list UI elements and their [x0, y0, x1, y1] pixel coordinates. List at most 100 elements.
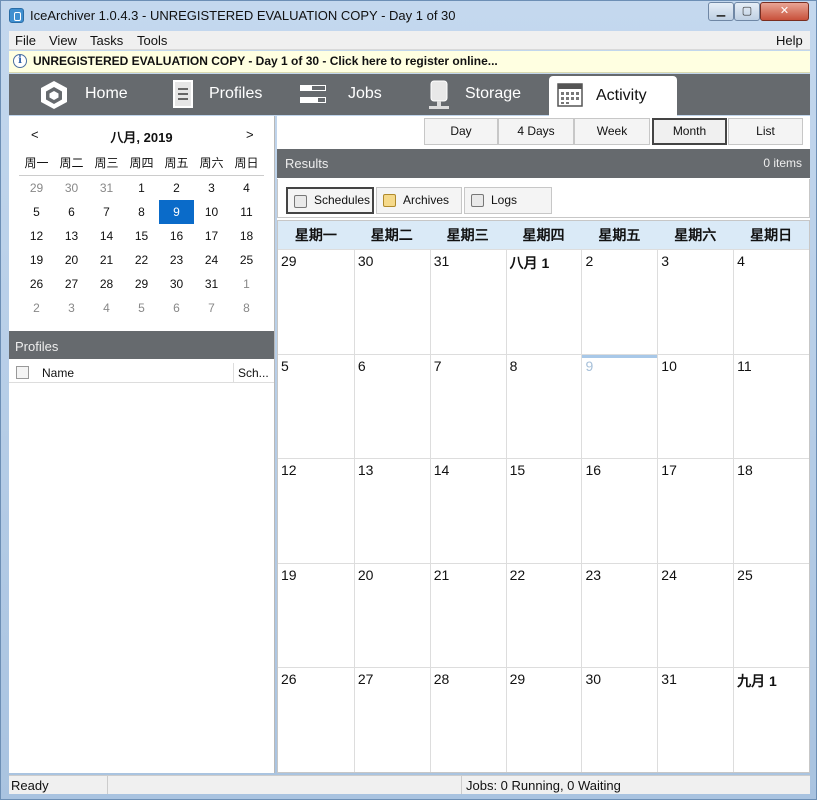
mini-calendar-day[interactable]: 27	[54, 272, 89, 296]
month-day-cell[interactable]: 16	[581, 459, 657, 563]
mini-calendar-day[interactable]: 1	[124, 176, 159, 200]
month-day-cell[interactable]: 21	[429, 563, 506, 668]
mini-calendar-day[interactable]: 8	[124, 200, 159, 224]
mini-calendar-day[interactable]: 14	[89, 224, 124, 248]
month-day-cell[interactable]: 23	[581, 563, 657, 668]
month-day-cell[interactable]: 18	[733, 459, 809, 563]
mini-calendar-day[interactable]: 4	[89, 296, 124, 320]
month-day-cell[interactable]: 29	[278, 250, 354, 354]
mini-calendar-day[interactable]: 15	[124, 224, 159, 248]
month-day-cell[interactable]: 20	[353, 563, 430, 668]
month-day-cell[interactable]: 31	[429, 250, 506, 354]
mini-calendar-day[interactable]: 22	[124, 248, 159, 272]
mini-calendar-day[interactable]: 24	[194, 248, 229, 272]
column-name[interactable]: Name	[42, 366, 74, 380]
view-week-button[interactable]: Week	[574, 118, 650, 145]
mini-calendar-day[interactable]: 30	[159, 272, 194, 296]
mini-calendar-day[interactable]: 13	[54, 224, 89, 248]
month-day-cell[interactable]: 11	[733, 354, 809, 459]
month-day-cell[interactable]: 25	[733, 563, 809, 668]
month-day-cell[interactable]: 9	[581, 354, 658, 459]
mini-calendar-day[interactable]: 20	[54, 248, 89, 272]
month-day-cell[interactable]: 10	[657, 354, 733, 459]
month-day-cell[interactable]: 八月 1	[505, 250, 582, 354]
mini-calendar-day[interactable]: 9	[159, 200, 194, 224]
menu-view[interactable]: View	[49, 33, 77, 48]
month-day-cell[interactable]: 15	[505, 459, 582, 563]
month-day-cell[interactable]: 12	[278, 459, 354, 563]
mini-calendar-day[interactable]: 29	[124, 272, 159, 296]
tab-jobs[interactable]: Jobs	[294, 74, 404, 115]
mini-calendar-day[interactable]: 18	[229, 224, 264, 248]
tab-archives[interactable]: Archives	[376, 187, 462, 214]
prev-month-button[interactable]: <	[31, 127, 39, 142]
mini-calendar-day[interactable]: 4	[229, 176, 264, 200]
mini-calendar-day[interactable]: 10	[194, 200, 229, 224]
menu-file[interactable]: File	[15, 33, 36, 48]
mini-calendar-day[interactable]: 31	[194, 272, 229, 296]
menu-tasks[interactable]: Tasks	[90, 33, 123, 48]
tab-home[interactable]: Home	[29, 74, 149, 115]
month-day-cell[interactable]: 4	[733, 250, 809, 354]
mini-calendar-day[interactable]: 8	[229, 296, 264, 320]
mini-calendar-day[interactable]: 3	[194, 176, 229, 200]
tab-storage[interactable]: Storage	[419, 74, 539, 115]
maximize-button[interactable]: ▢	[734, 2, 760, 21]
month-day-cell[interactable]: 8	[505, 354, 582, 459]
month-day-cell[interactable]: 30	[581, 668, 657, 772]
month-day-cell[interactable]: 5	[278, 355, 354, 459]
menu-tools[interactable]: Tools	[137, 33, 167, 48]
column-schedule[interactable]: Sch...	[238, 366, 269, 380]
mini-calendar-day[interactable]: 6	[159, 296, 194, 320]
month-day-cell[interactable]: 27	[353, 668, 430, 772]
view-list-button[interactable]: List	[728, 118, 803, 145]
month-day-cell[interactable]: 14	[429, 459, 506, 563]
mini-calendar-day[interactable]: 5	[19, 200, 54, 224]
mini-calendar-day[interactable]: 16	[159, 224, 194, 248]
mini-calendar-day[interactable]: 5	[124, 296, 159, 320]
banner-text[interactable]: UNREGISTERED EVALUATION COPY - Day 1 of …	[33, 54, 498, 68]
view-month-button[interactable]: Month	[652, 118, 727, 145]
minimize-button[interactable]: ▁	[708, 2, 734, 21]
month-day-cell[interactable]: 17	[657, 459, 733, 563]
next-month-button[interactable]: >	[246, 127, 254, 142]
mini-calendar-day[interactable]: 30	[54, 176, 89, 200]
mini-calendar-day[interactable]: 19	[19, 248, 54, 272]
sort-icon[interactable]	[16, 366, 29, 379]
month-day-cell[interactable]: 22	[505, 563, 582, 668]
mini-calendar-day[interactable]: 12	[19, 224, 54, 248]
view-day-button[interactable]: Day	[424, 118, 498, 145]
registration-banner[interactable]: i UNREGISTERED EVALUATION COPY - Day 1 o…	[9, 51, 810, 73]
month-day-cell[interactable]: 24	[657, 563, 733, 668]
month-day-cell[interactable]: 7	[429, 354, 506, 459]
mini-calendar-day[interactable]: 2	[159, 176, 194, 200]
mini-calendar-day[interactable]: 29	[19, 176, 54, 200]
mini-calendar-day[interactable]: 17	[194, 224, 229, 248]
mini-calendar-day[interactable]: 7	[89, 200, 124, 224]
tab-activity[interactable]: Activity	[549, 76, 677, 116]
month-day-cell[interactable]: 13	[353, 459, 430, 563]
mini-calendar-day[interactable]: 2	[19, 296, 54, 320]
mini-calendar-day[interactable]: 6	[54, 200, 89, 224]
mini-calendar-day[interactable]: 3	[54, 296, 89, 320]
mini-calendar-day[interactable]: 31	[89, 176, 124, 200]
month-day-cell[interactable]: 29	[505, 668, 582, 772]
mini-calendar-day[interactable]: 26	[19, 272, 54, 296]
tab-schedules[interactable]: Schedules	[286, 187, 374, 214]
column-divider[interactable]	[233, 363, 234, 382]
month-day-cell[interactable]: 19	[278, 564, 354, 668]
mini-calendar-day[interactable]: 11	[229, 200, 264, 224]
tab-profiles[interactable]: Profiles	[164, 74, 284, 115]
view-4days-button[interactable]: 4 Days	[498, 118, 574, 145]
month-day-cell[interactable]: 28	[429, 668, 506, 772]
tab-logs[interactable]: Logs	[464, 187, 552, 214]
close-button[interactable]: ✕	[760, 2, 809, 21]
month-day-cell[interactable]: 31	[657, 668, 733, 772]
menu-help[interactable]: Help	[776, 33, 803, 48]
mini-calendar-day[interactable]: 7	[194, 296, 229, 320]
month-day-cell[interactable]: 九月 1	[733, 668, 809, 772]
month-day-cell[interactable]: 26	[278, 668, 354, 772]
mini-calendar-day[interactable]: 25	[229, 248, 264, 272]
month-day-cell[interactable]: 30	[353, 250, 430, 354]
mini-calendar-day[interactable]: 23	[159, 248, 194, 272]
